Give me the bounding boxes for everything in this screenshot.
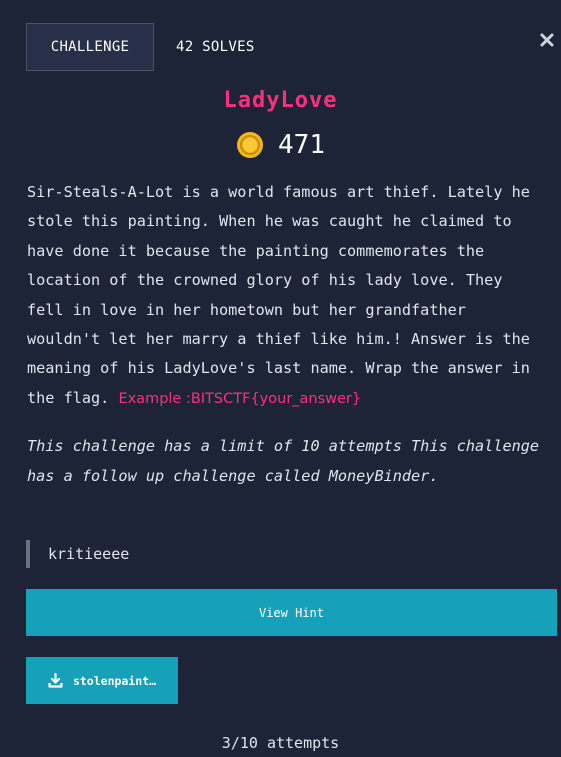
tab-challenge[interactable]: CHALLENGE: [26, 23, 154, 71]
challenge-description: Sir-Steals-A-Lot is a world famous art t…: [27, 178, 547, 414]
download-icon: [48, 673, 63, 688]
view-hint-button[interactable]: View Hint: [26, 589, 557, 636]
challenge-author: kritieeee: [26, 540, 129, 568]
author-divider: [26, 540, 30, 568]
attempts-counter: 3/10 attempts: [221, 734, 340, 752]
description-text: Sir-Steals-A-Lot is a world famous art t…: [27, 183, 530, 407]
close-icon[interactable]: [539, 32, 555, 48]
flag-example: Example :BITSCTF{your_answer}: [118, 390, 362, 407]
download-file-button[interactable]: stolenpaint…: [26, 657, 178, 704]
challenge-title: LadyLove: [223, 88, 338, 113]
tab-solves[interactable]: 42 SOLVES: [176, 39, 255, 55]
coin-icon: [237, 132, 264, 158]
file-name: stolenpaint…: [72, 673, 157, 688]
points-value: 471: [278, 130, 325, 160]
challenge-points: 471: [0, 130, 561, 160]
author-name: kritieeee: [48, 545, 130, 563]
attempt-limit-note: This challenge has a limit of 10 attempt…: [27, 437, 540, 485]
challenge-header: CHALLENGE 42 SOLVES: [26, 23, 255, 71]
